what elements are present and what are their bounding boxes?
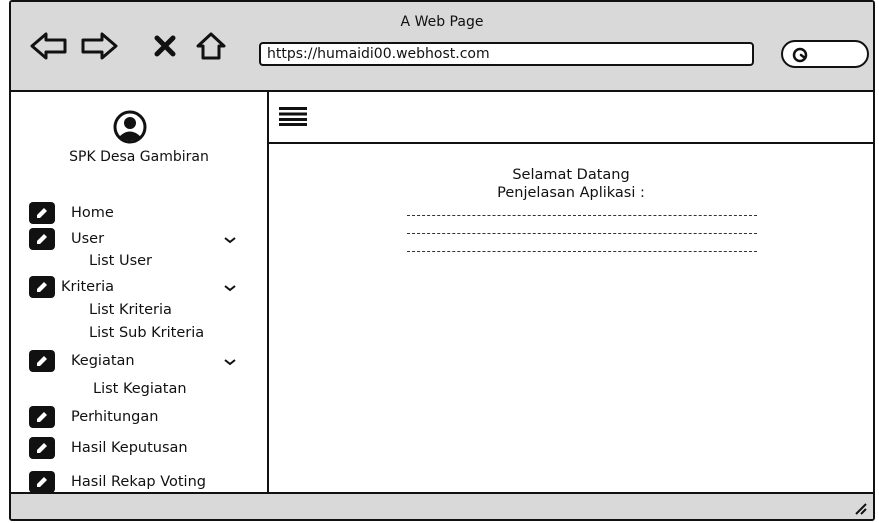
edit-icon xyxy=(29,350,55,372)
arrow-right-icon xyxy=(81,32,118,60)
stop-button[interactable] xyxy=(145,26,185,66)
sidebar: SPK Desa Gambiran Home User List User Kr… xyxy=(11,92,269,498)
sidebar-subitem-list-sub-kriteria[interactable]: List Sub Kriteria xyxy=(89,325,204,341)
avatar-icon xyxy=(113,110,147,144)
sidebar-item-kegiatan[interactable]: Kegiatan xyxy=(29,348,269,374)
chevron-down-icon xyxy=(224,237,236,244)
sidebar-item-hasil-keputusan[interactable]: Hasil Keputusan xyxy=(29,435,188,461)
sidebar-subitem-list-kriteria[interactable]: List Kriteria xyxy=(89,302,172,318)
edit-icon xyxy=(29,437,55,459)
sidebar-item-label: Kegiatan xyxy=(71,353,135,369)
sidebar-item-label: Perhitungan xyxy=(71,409,159,425)
home-button[interactable] xyxy=(191,26,231,66)
chevron-down-icon xyxy=(224,359,236,366)
window-title: A Web Page xyxy=(400,14,484,30)
menu-icon[interactable] xyxy=(279,106,307,126)
top-bar: admin xyxy=(269,92,873,144)
browser-window: A Web Page https://humaidi00.webhost.com xyxy=(9,0,875,521)
chevron-down-icon xyxy=(224,285,236,292)
description-line xyxy=(407,215,757,216)
app-brand: SPK Desa Gambiran xyxy=(69,149,209,165)
sidebar-item-label: Home xyxy=(71,205,114,221)
search-icon xyxy=(792,47,808,63)
address-bar[interactable]: https://humaidi00.webhost.com xyxy=(259,42,754,66)
welcome-heading: Selamat Datang xyxy=(512,167,630,183)
sidebar-item-label: Hasil Keputusan xyxy=(71,440,188,456)
sidebar-item-label: Kriteria xyxy=(61,279,114,295)
sidebar-item-home[interactable]: Home xyxy=(29,200,114,226)
browser-chrome: A Web Page https://humaidi00.webhost.com xyxy=(11,2,873,92)
sidebar-item-perhitungan[interactable]: Perhitungan xyxy=(29,404,158,430)
search-field[interactable] xyxy=(781,40,869,68)
sidebar-item-label: User xyxy=(71,231,105,247)
edit-icon xyxy=(29,276,55,298)
sidebar-item-kriteria[interactable]: Kriteria xyxy=(29,274,269,300)
description-label: Penjelasan Aplikasi : xyxy=(497,185,645,201)
forward-button[interactable] xyxy=(79,26,119,66)
resize-grip-icon[interactable] xyxy=(853,501,867,515)
sidebar-subitem-list-user[interactable]: List User xyxy=(89,253,152,269)
welcome-text: Selamat Datang Penjelasan Aplikasi : xyxy=(269,166,873,202)
edit-icon xyxy=(29,406,55,428)
edit-icon xyxy=(29,228,55,250)
sidebar-item-user[interactable]: User xyxy=(29,226,269,252)
status-bar xyxy=(11,492,873,519)
sidebar-subitem-list-kegiatan[interactable]: List Kegiatan xyxy=(93,381,187,397)
main-content: Selamat Datang Penjelasan Aplikasi : xyxy=(269,144,873,498)
arrow-left-icon xyxy=(30,32,67,60)
edit-icon xyxy=(29,471,55,493)
edit-icon xyxy=(29,202,55,224)
back-button[interactable] xyxy=(29,26,69,66)
description-line xyxy=(407,233,757,234)
home-icon xyxy=(196,32,226,60)
description-line xyxy=(407,251,757,252)
close-icon xyxy=(154,35,176,57)
sidebar-item-label: Hasil Rekap Voting xyxy=(71,474,206,490)
